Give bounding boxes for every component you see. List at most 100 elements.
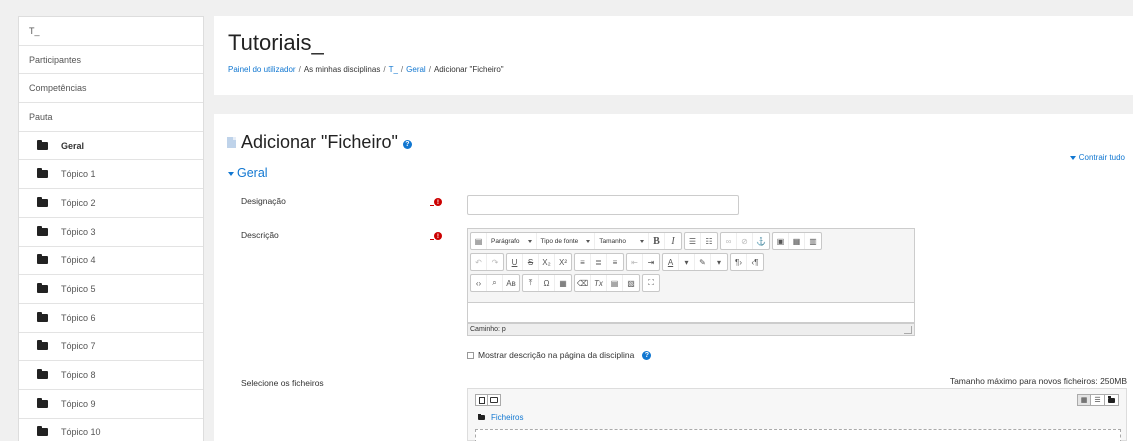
italic-button[interactable]: I bbox=[665, 233, 681, 249]
files-path-link[interactable]: Ficheiros bbox=[478, 413, 523, 422]
page-title: Tutoriais_ bbox=[228, 30, 324, 55]
caret-down-icon bbox=[228, 171, 234, 176]
description-editor-area[interactable] bbox=[467, 303, 915, 323]
align-right-button[interactable]: ≡ bbox=[607, 254, 623, 270]
sidebar-item-course[interactable]: T_ bbox=[19, 17, 203, 46]
breadcrumb-dashboard-link[interactable]: Painel do utilizador bbox=[228, 65, 296, 74]
bullet-list-button[interactable]: ☰ bbox=[685, 233, 701, 249]
file-icon bbox=[478, 396, 485, 404]
sidebar-item-label: Participantes bbox=[29, 54, 82, 65]
sidebar-item-label: Pauta bbox=[29, 111, 53, 122]
sidebar-item-topic-7[interactable]: Tópico 7 bbox=[19, 333, 203, 362]
collapse-all-label: Contrair tudo bbox=[1078, 153, 1125, 162]
create-folder-button[interactable] bbox=[488, 394, 501, 406]
sidebar-item-competencies[interactable]: Competências bbox=[19, 74, 203, 104]
bold-button[interactable]: B bbox=[649, 233, 665, 249]
paste-text-button[interactable]: ▤ bbox=[607, 275, 623, 291]
required-icon: ! bbox=[430, 232, 442, 240]
folder-icon bbox=[37, 311, 48, 322]
font-family-select[interactable]: Tipo de fonte bbox=[537, 233, 596, 249]
folder-icon bbox=[37, 225, 48, 236]
sidebar-item-topic-5[interactable]: Tópico 5 bbox=[19, 275, 203, 304]
breadcrumb: Painel do utilizador / As minhas disciplin… bbox=[228, 65, 504, 74]
unlink-button[interactable]: ⊘ bbox=[737, 233, 753, 249]
file-drop-zone[interactable] bbox=[475, 429, 1121, 441]
superscript-button[interactable]: X² bbox=[555, 254, 571, 270]
breadcrumb-separator: / bbox=[428, 65, 431, 74]
fullscreen-button[interactable]: ⛶ bbox=[643, 275, 659, 291]
font-size-select[interactable]: Tamanho bbox=[595, 233, 649, 249]
sidebar-item-topic-10[interactable]: Tópico 10 bbox=[19, 419, 203, 441]
sidebar-item-participants[interactable]: Participantes bbox=[19, 46, 203, 75]
show-description-row: Mostrar descrição na página da disciplin… bbox=[467, 350, 652, 360]
background-color-button[interactable]: ✎ bbox=[695, 254, 711, 270]
strikethrough-button[interactable]: S bbox=[523, 254, 539, 270]
sidebar-item-topic-2[interactable]: Tópico 2 bbox=[19, 189, 203, 218]
breadcrumb-section-link[interactable]: Geral bbox=[406, 65, 426, 74]
html-source-button[interactable]: ‹› bbox=[471, 275, 487, 291]
general-section-label: Geral bbox=[237, 166, 268, 180]
font-family-select-label: Tipo de fonte bbox=[540, 237, 579, 245]
paragraph-select[interactable]: Parágrafo bbox=[487, 233, 537, 249]
tree-view-button[interactable] bbox=[1105, 394, 1119, 406]
sidebar-item-topic-1[interactable]: Tópico 1 bbox=[19, 160, 203, 190]
subscript-button[interactable]: X₂ bbox=[539, 254, 555, 270]
max-size-text: Tamanho máximo para novos ficheiros: 250… bbox=[949, 376, 1127, 386]
sidebar-item-label: Geral bbox=[61, 140, 85, 151]
sidebar-item-topic-3[interactable]: Tópico 3 bbox=[19, 218, 203, 247]
undo-button[interactable]: ↶ bbox=[471, 254, 487, 270]
toolbar-toggle-button[interactable]: ▤ bbox=[471, 233, 487, 249]
breadcrumb-course-link[interactable]: T_ bbox=[389, 65, 398, 74]
sidebar-item-topic-6[interactable]: Tópico 6 bbox=[19, 304, 203, 333]
show-description-checkbox[interactable] bbox=[467, 351, 474, 359]
text-color-chevron-icon[interactable]: ▾ bbox=[679, 254, 695, 270]
list-view-button[interactable]: ☰ bbox=[1091, 394, 1105, 406]
background-color-chevron-icon[interactable]: ▾ bbox=[711, 254, 727, 270]
text-color-button[interactable]: A bbox=[663, 254, 679, 270]
name-input[interactable] bbox=[467, 195, 739, 215]
anchor-button[interactable]: ⚓ bbox=[753, 233, 769, 249]
remove-format-button[interactable]: Tx bbox=[591, 275, 607, 291]
numbered-list-button[interactable]: ☷ bbox=[701, 233, 717, 249]
sidebar-item-topic-4[interactable]: Tópico 4 bbox=[19, 247, 203, 276]
collapse-all-link[interactable]: Contrair tudo bbox=[1069, 153, 1125, 162]
redo-button[interactable]: ↷ bbox=[487, 254, 503, 270]
folder-icon bbox=[37, 426, 48, 437]
image-button[interactable]: ▣ bbox=[773, 233, 789, 249]
clear-format-button[interactable]: ⌫ bbox=[575, 275, 591, 291]
icon-view-button[interactable]: ▦ bbox=[1077, 394, 1091, 406]
folder-icon bbox=[37, 283, 48, 294]
resize-handle[interactable] bbox=[904, 326, 912, 334]
description-editor-toolbar: ▤ Parágrafo Tipo de fonte Tamanho B I ☰ … bbox=[467, 228, 915, 303]
add-file-button[interactable] bbox=[475, 394, 488, 406]
spellcheck-button[interactable]: Aʙ bbox=[503, 275, 519, 291]
upload-button[interactable]: ⤒ bbox=[523, 275, 539, 291]
indent-button[interactable]: ⇥ bbox=[643, 254, 659, 270]
help-icon[interactable]: ? bbox=[642, 350, 652, 360]
general-section-toggle[interactable]: Geral bbox=[228, 166, 268, 180]
sidebar-item-label: Tópico 6 bbox=[61, 312, 96, 323]
sidebar-item-topic-9[interactable]: Tópico 9 bbox=[19, 390, 203, 419]
paste-button[interactable]: ▥ bbox=[805, 233, 821, 249]
paste-word-button[interactable]: ▧ bbox=[623, 275, 639, 291]
align-left-button[interactable]: ≡ bbox=[575, 254, 591, 270]
special-char-button[interactable]: Ω bbox=[539, 275, 555, 291]
underline-button[interactable]: U bbox=[507, 254, 523, 270]
table-button[interactable]: ▦ bbox=[555, 275, 571, 291]
folder-icon bbox=[37, 369, 48, 380]
ltr-button[interactable]: ¶› bbox=[731, 254, 747, 270]
help-icon[interactable]: ? bbox=[402, 139, 412, 149]
breadcrumb-current: Adicionar "Ficheiro" bbox=[433, 65, 504, 74]
required-icon: ! bbox=[430, 198, 442, 206]
sidebar-item-general[interactable]: Geral bbox=[19, 132, 203, 161]
font-size-select-label: Tamanho bbox=[599, 237, 626, 245]
sidebar-item-grades[interactable]: Pauta bbox=[19, 103, 203, 132]
add-file-form: Adicionar "Ficheiro" ? Contrair tudo Ger… bbox=[214, 114, 1133, 441]
link-button[interactable]: ∞ bbox=[721, 233, 737, 249]
sidebar-item-topic-8[interactable]: Tópico 8 bbox=[19, 361, 203, 390]
media-button[interactable]: ▦ bbox=[789, 233, 805, 249]
align-center-button[interactable]: ≣ bbox=[591, 254, 607, 270]
rtl-button[interactable]: ‹¶ bbox=[747, 254, 763, 270]
outdent-button[interactable]: ⇤ bbox=[627, 254, 643, 270]
search-replace-button[interactable]: ⌕ bbox=[487, 275, 503, 291]
